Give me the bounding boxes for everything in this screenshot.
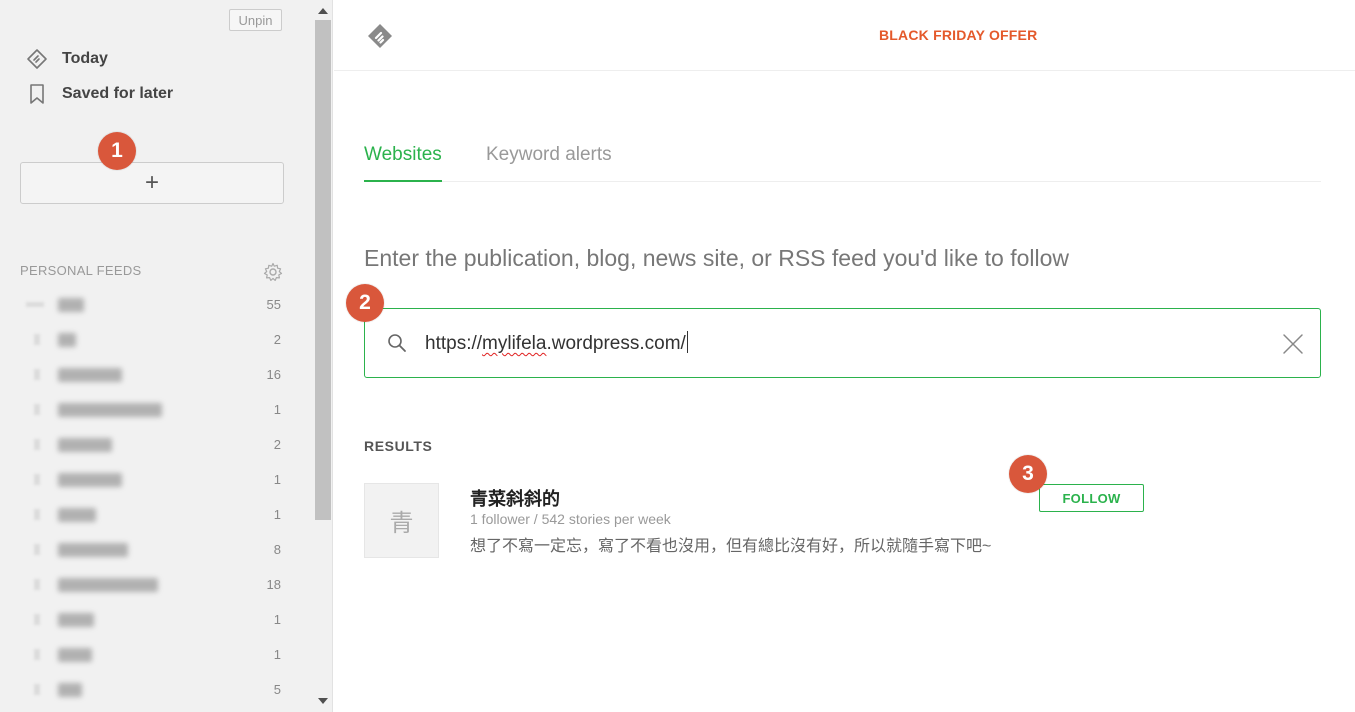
personal-feeds-header: PERSONAL FEEDS [20, 263, 142, 278]
feed-unread-count: 5 [273, 682, 281, 697]
add-content-button[interactable]: + [20, 162, 284, 204]
expand-arrow-icon[interactable] [34, 404, 40, 415]
feed-item[interactable]: 16 [0, 357, 313, 392]
results-heading: RESULTS [364, 438, 433, 454]
feed-unread-count: 1 [273, 507, 281, 522]
sidebar: Unpin Today Saved for later + PERSONAL F… [0, 0, 313, 712]
search-box[interactable]: https://mylifela.wordpress.com/ [364, 308, 1321, 378]
feed-name-redacted [58, 438, 112, 452]
feed-item[interactable]: 1 [0, 637, 313, 672]
expand-arrow-icon[interactable] [34, 439, 40, 450]
feed-list: 55 2 16 1 2 1 1 8 18 1 1 5 [0, 287, 313, 707]
black-friday-offer-link[interactable]: BLACK FRIDAY OFFER [879, 27, 1037, 43]
feed-name-redacted [58, 473, 122, 487]
nav-saved-for-later[interactable]: Saved for later [26, 83, 173, 105]
feed-unread-count: 2 [273, 332, 281, 347]
top-bar: BLACK FRIDAY OFFER [334, 0, 1355, 71]
tab-websites[interactable]: Websites [364, 144, 442, 182]
follow-button[interactable]: FOLLOW [1039, 484, 1144, 512]
feedly-logo-icon[interactable] [366, 22, 394, 50]
annotation-marker-3: 3 [1009, 455, 1047, 493]
feed-item[interactable]: 5 [0, 672, 313, 707]
feed-item[interactable]: 1 [0, 462, 313, 497]
search-input[interactable]: https://mylifela.wordpress.com/ [425, 331, 688, 355]
feed-unread-count: 1 [273, 472, 281, 487]
feed-item[interactable]: 55 [0, 287, 313, 322]
feed-unread-count: 16 [266, 367, 281, 382]
annotation-marker-1: 1 [98, 132, 136, 170]
nav-today[interactable]: Today [26, 48, 108, 70]
feed-unread-count: 55 [266, 297, 281, 312]
expand-arrow-icon[interactable] [34, 509, 40, 520]
feed-item[interactable]: 1 [0, 392, 313, 427]
feed-unread-count: 1 [273, 612, 281, 627]
collapse-arrow-icon[interactable] [26, 302, 44, 307]
result-meta: 1 follower / 542 stories per week [470, 511, 671, 527]
expand-arrow-icon[interactable] [34, 579, 40, 590]
feed-name-redacted [58, 683, 82, 697]
feed-item[interactable]: 8 [0, 532, 313, 567]
search-prompt: Enter the publication, blog, news site, … [364, 245, 1070, 271]
result-description: 想了不寫一定忘，寫了不看也沒用，但有總比沒有好，所以就隨手寫下吧~ [470, 538, 992, 555]
feed-name-redacted [58, 648, 92, 662]
search-value-prefix: https:// [425, 333, 483, 354]
annotation-marker-2: 2 [346, 284, 384, 322]
expand-arrow-icon[interactable] [34, 369, 40, 380]
feedly-today-icon [27, 49, 47, 69]
result-title[interactable]: 青菜斜斜的 [470, 485, 560, 511]
feed-item[interactable]: 2 [0, 427, 313, 462]
feed-unread-count: 1 [273, 647, 281, 662]
result-thumbnail[interactable]: 青 [364, 483, 439, 558]
search-value-misspelled: mylifela [482, 333, 547, 354]
nav-saved-label: Saved for later [62, 85, 174, 102]
expand-arrow-icon[interactable] [34, 334, 40, 345]
sidebar-scrollbar[interactable] [313, 0, 333, 712]
feed-unread-count: 8 [273, 542, 281, 557]
expand-arrow-icon[interactable] [34, 684, 40, 695]
feed-name-redacted [58, 333, 76, 347]
expand-arrow-icon[interactable] [34, 614, 40, 625]
feed-name-redacted [58, 368, 122, 382]
feed-item[interactable]: 1 [0, 602, 313, 637]
source-type-tabs: Websites Keyword alerts [364, 140, 1321, 182]
nav-today-label: Today [62, 50, 108, 67]
gear-icon[interactable] [263, 262, 283, 282]
bookmark-icon [30, 84, 44, 104]
feed-item[interactable]: 18 [0, 567, 313, 602]
tab-keyword-alerts[interactable]: Keyword alerts [486, 144, 612, 166]
feed-name-redacted [58, 508, 96, 522]
feed-name-redacted [58, 543, 128, 557]
expand-arrow-icon[interactable] [34, 649, 40, 660]
text-caret [686, 331, 688, 353]
feed-name-redacted [58, 403, 162, 417]
feed-unread-count: 2 [273, 437, 281, 452]
feed-unread-count: 18 [266, 577, 281, 592]
feed-name-redacted [58, 298, 84, 312]
unpin-button[interactable]: Unpin [229, 9, 282, 31]
feed-name-redacted [58, 613, 94, 627]
feed-item[interactable]: 2 [0, 322, 313, 357]
scroll-up-arrow-icon[interactable] [318, 8, 328, 14]
search-value-suffix: .wordpress.com/ [546, 333, 686, 354]
search-icon [388, 334, 406, 352]
expand-arrow-icon[interactable] [34, 474, 40, 485]
feed-unread-count: 1 [273, 402, 281, 417]
expand-arrow-icon[interactable] [34, 544, 40, 555]
close-icon[interactable] [1282, 333, 1304, 355]
scroll-thumb[interactable] [315, 20, 331, 520]
feed-item[interactable]: 1 [0, 497, 313, 532]
scroll-down-arrow-icon[interactable] [318, 698, 328, 704]
feed-name-redacted [58, 578, 158, 592]
